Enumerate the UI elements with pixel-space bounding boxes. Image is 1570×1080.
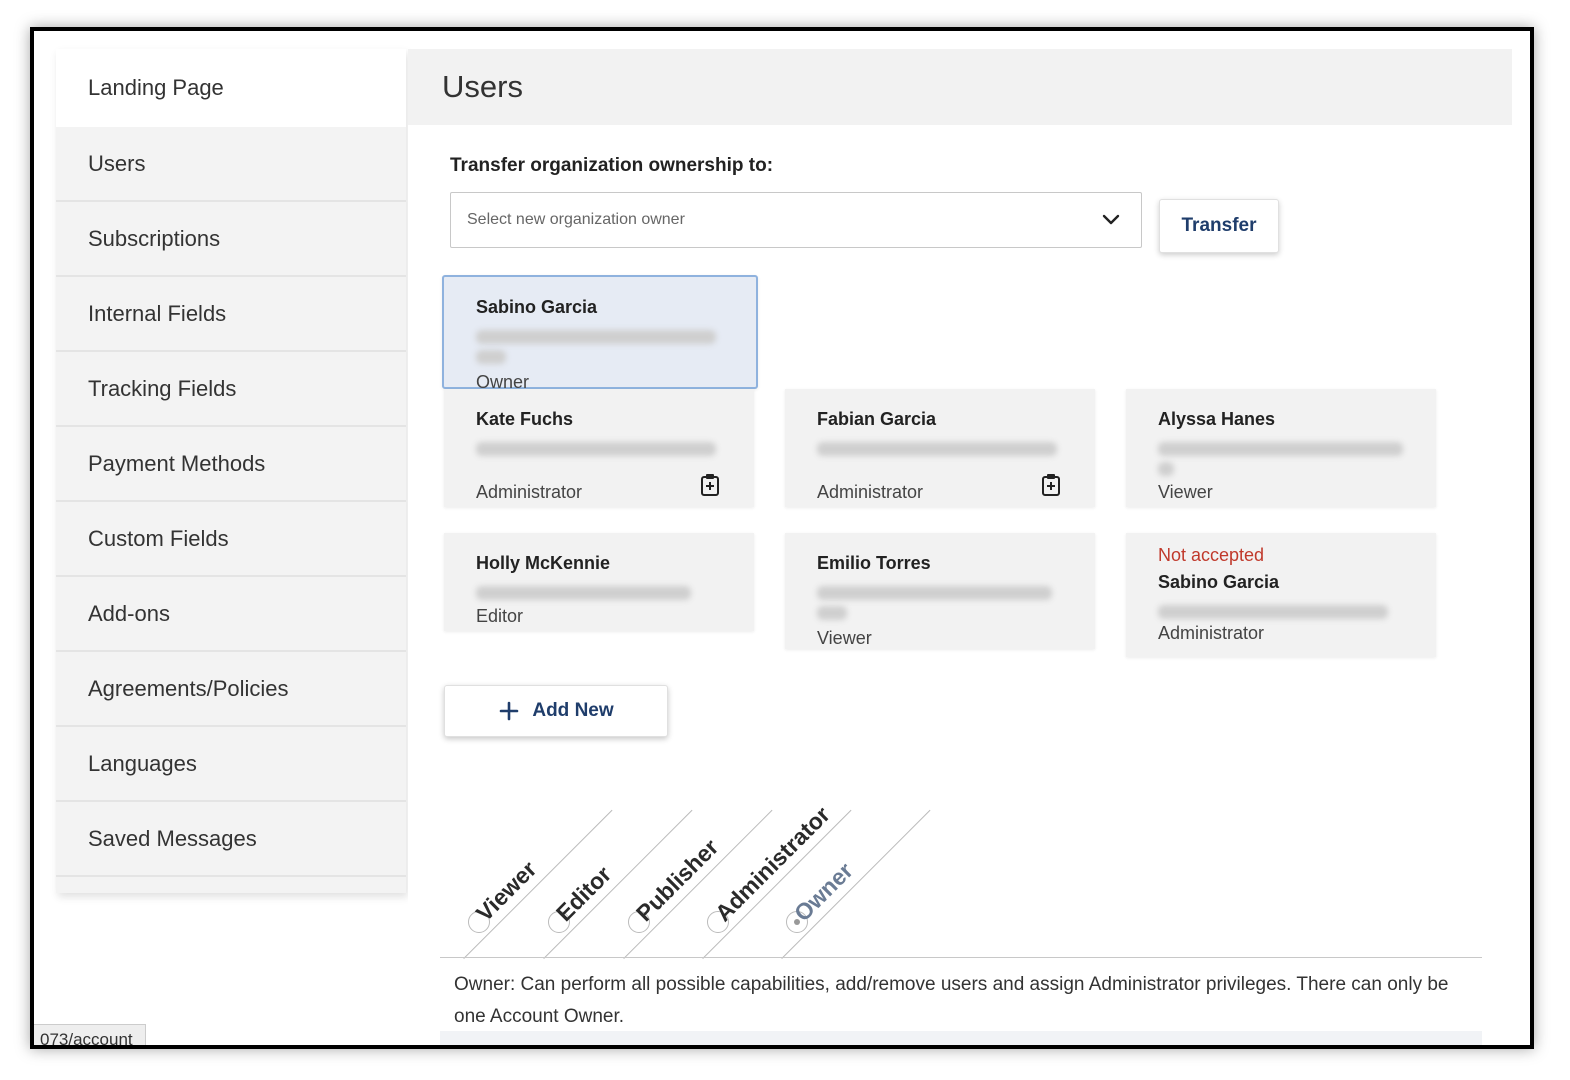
page-header: Users: [408, 49, 1512, 125]
sidebar-item-label: Custom Fields: [88, 525, 229, 551]
user-email-redacted: [817, 442, 1057, 456]
user-card[interactable]: Kate Fuchs Administrator: [444, 389, 754, 507]
new-owner-select[interactable]: Select new organization owner: [450, 192, 1142, 248]
sidebar-item-label: Add-ons: [88, 600, 170, 626]
select-placeholder: Select new organization owner: [467, 211, 685, 228]
sidebar-item-languages[interactable]: Languages: [56, 727, 406, 802]
user-role: Viewer: [817, 628, 872, 648]
sidebar-item-add-ons[interactable]: Add-ons: [56, 577, 406, 652]
user-role: Administrator: [476, 482, 583, 502]
sidebar: Landing Page Users Subscriptions Interna…: [56, 49, 406, 893]
transfer-ownership-label: Transfer organization ownership to:: [450, 155, 774, 176]
user-email-redacted: [1158, 442, 1403, 456]
user-card[interactable]: Fabian Garcia Administrator: [785, 389, 1095, 507]
sidebar-item-label: Languages: [88, 750, 197, 776]
sidebar-item-agreements-policies[interactable]: Agreements/Policies: [56, 652, 406, 727]
user-card-owner[interactable]: Sabino Garcia Owner: [442, 275, 758, 392]
user-name: Alyssa Hanes: [1158, 409, 1276, 429]
user-email-redacted: [817, 606, 847, 620]
sidebar-item-label: Users: [88, 150, 146, 176]
status-bar-url: 073/account: [34, 1024, 146, 1045]
user-name: Fabian Garcia: [817, 409, 937, 429]
sidebar-item-label: Tracking Fields: [88, 375, 237, 401]
user-role: Administrator: [1158, 623, 1265, 643]
user-email-redacted: [817, 586, 1052, 600]
sidebar-item-saved-messages[interactable]: Saved Messages: [56, 802, 406, 877]
add-new-label: Add New: [532, 700, 614, 721]
role-description: Owner: Can perform all possible capabili…: [454, 974, 1449, 1027]
user-card[interactable]: Alyssa Hanes Viewer: [1126, 389, 1436, 507]
sidebar-item-label: Payment Methods: [88, 450, 266, 476]
user-email-redacted: [476, 442, 716, 456]
sidebar-item-label: Internal Fields: [88, 300, 227, 326]
app-window: Landing Page Users Subscriptions Interna…: [30, 27, 1534, 1049]
sidebar-item-landing-page[interactable]: Landing Page: [56, 49, 406, 127]
user-name: Emilio Torres: [817, 553, 931, 573]
user-name: Sabino Garcia: [1158, 572, 1280, 592]
sidebar-item-payment-methods[interactable]: Payment Methods: [56, 427, 406, 502]
transfer-button[interactable]: Transfer: [1159, 199, 1279, 253]
user-email-redacted: [476, 586, 691, 600]
chevron-down-icon: [1102, 214, 1120, 225]
clipboard-add-icon[interactable]: [700, 473, 720, 497]
sidebar-item-label: Landing Page: [88, 75, 224, 100]
main-panel: Users Transfer organization ownership to…: [408, 49, 1512, 1045]
user-card[interactable]: Emilio Torres Viewer: [785, 533, 1095, 649]
user-email-redacted: [1158, 605, 1388, 619]
transfer-button-label: Transfer: [1181, 215, 1257, 236]
user-role: Editor: [476, 606, 524, 626]
divider: [440, 957, 1482, 958]
user-role: Viewer: [1158, 482, 1213, 502]
clipboard-add-icon[interactable]: [1041, 473, 1061, 497]
user-role: Administrator: [817, 482, 924, 502]
role-selector: Viewer Editor Publisher Administrator Ow: [463, 801, 931, 959]
user-email-redacted: [1158, 462, 1174, 476]
add-new-user-button[interactable]: Add New: [444, 685, 668, 737]
user-email-redacted: [476, 330, 716, 344]
sidebar-item-label: Agreements/Policies: [88, 675, 289, 701]
sidebar-item-users[interactable]: Users: [56, 127, 406, 202]
sidebar-item-label: Saved Messages: [88, 825, 257, 851]
user-card-pending[interactable]: Not accepted Sabino Garcia Administrator: [1126, 533, 1436, 657]
sidebar-item-custom-fields[interactable]: Custom Fields: [56, 502, 406, 577]
permissions-table-header: [440, 1031, 1482, 1045]
user-name: Kate Fuchs: [476, 409, 574, 429]
user-email-redacted: [476, 350, 506, 364]
user-name: Holly McKennie: [476, 553, 611, 573]
sidebar-item-tracking-fields[interactable]: Tracking Fields: [56, 352, 406, 427]
sidebar-item-label: Subscriptions: [88, 225, 221, 251]
page-title: Users: [442, 69, 523, 104]
user-name: Sabino Garcia: [476, 297, 598, 317]
sidebar-item-subscriptions[interactable]: Subscriptions: [56, 202, 406, 277]
user-card[interactable]: Holly McKennie Editor: [444, 533, 754, 631]
invite-status: Not accepted: [1158, 545, 1265, 565]
plus-icon: [500, 701, 519, 721]
sidebar-item-internal-fields[interactable]: Internal Fields: [56, 277, 406, 352]
